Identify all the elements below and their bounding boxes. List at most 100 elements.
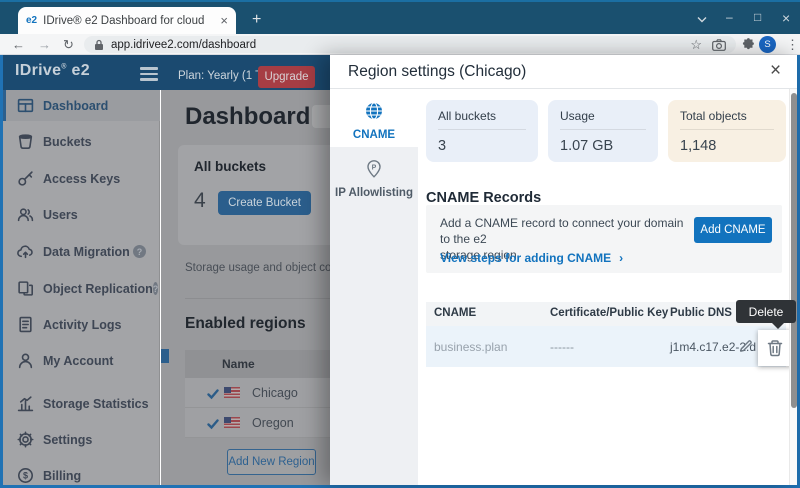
sidebar-item-storage-statistics[interactable]: Storage Statistics bbox=[3, 388, 160, 419]
region-row-chicago[interactable]: Chicago bbox=[185, 378, 330, 408]
cell-certificate: ------ bbox=[550, 340, 574, 354]
tab-label: CNAME bbox=[353, 129, 395, 141]
column-header-public-dns: Public DNS bbox=[670, 307, 732, 319]
bucket-icon bbox=[17, 133, 34, 150]
modal-title: Region settings (Chicago) bbox=[348, 63, 526, 81]
camera-icon[interactable] bbox=[712, 39, 726, 51]
browser-tab[interactable]: e2 IDrive® e2 Dashboard for cloud × bbox=[18, 7, 236, 34]
help-icon[interactable]: ? bbox=[133, 245, 146, 258]
card-title: All buckets bbox=[194, 159, 266, 174]
address-bar[interactable]: app.idrivee2.com/dashboard ☆ bbox=[84, 36, 736, 53]
sidebar-item-label: Users bbox=[43, 208, 78, 222]
cell-cname: business.plan bbox=[434, 340, 507, 354]
sidebar-item-label: Data Migration bbox=[43, 245, 130, 259]
sidebar-item-my-account[interactable]: My Account bbox=[3, 345, 160, 376]
idrive-e2-logo[interactable]: IDrive® e2 bbox=[15, 62, 90, 80]
bookmark-star-icon[interactable]: ☆ bbox=[690, 37, 702, 53]
url-text: app.idrivee2.com/dashboard bbox=[111, 39, 256, 51]
column-header-cname: CNAME bbox=[434, 307, 476, 319]
app-header: IDrive® e2 Plan: Yearly (1 TB) Upgrade bbox=[3, 55, 330, 90]
sidebar-item-activity-logs[interactable]: Activity Logs bbox=[3, 309, 160, 340]
us-flag-icon bbox=[224, 417, 240, 428]
dashboard-main: Dashboard All buckets 4 Create Bucket St… bbox=[161, 90, 330, 485]
sidebar-item-label: Settings bbox=[43, 433, 92, 447]
dashboard-icon bbox=[17, 97, 34, 114]
tab-title: IDrive® e2 Dashboard for cloud bbox=[43, 15, 208, 27]
extensions-puzzle-icon[interactable] bbox=[742, 38, 755, 51]
sidebar-item-users[interactable]: Users bbox=[3, 199, 160, 230]
stat-value: 1,148 bbox=[680, 138, 774, 154]
svg-text:P: P bbox=[372, 165, 377, 172]
window-maximize-button[interactable]: □ bbox=[754, 10, 761, 24]
browser-profile-avatar[interactable]: S bbox=[759, 36, 776, 53]
sidebar-item-buckets[interactable]: Buckets bbox=[3, 126, 160, 157]
add-cname-button[interactable]: Add CNAME bbox=[694, 217, 772, 243]
modal-content: All buckets 3 Usage 1.07 GB Total object… bbox=[418, 89, 789, 485]
us-flag-icon bbox=[224, 387, 240, 398]
location-pin-icon: P bbox=[364, 159, 384, 179]
checkmark-icon bbox=[207, 387, 219, 399]
storage-note: Storage usage and object count bbox=[185, 262, 330, 274]
window-minimize-button[interactable]: – bbox=[726, 10, 733, 24]
browser-menu-dots-icon[interactable]: ⋮ bbox=[786, 37, 799, 53]
upgrade-button[interactable]: Upgrade bbox=[258, 66, 315, 88]
tab-cname[interactable]: CNAME bbox=[330, 89, 418, 147]
cname-table-header: CNAME Certificate/Public Key Public DNS bbox=[426, 302, 786, 326]
tab-label: IP Allowlisting bbox=[335, 187, 413, 199]
help-icon[interactable]: ? bbox=[153, 282, 159, 295]
divider bbox=[680, 129, 774, 130]
sidebar-item-object-replication[interactable]: Object Replication ? bbox=[3, 273, 160, 304]
reload-icon[interactable]: ↻ bbox=[63, 37, 74, 53]
sidebar-item-dashboard[interactable]: Dashboard bbox=[3, 90, 160, 121]
hamburger-menu-icon[interactable] bbox=[140, 64, 158, 84]
modal-close-icon[interactable]: × bbox=[770, 60, 781, 82]
page-title: Dashboard bbox=[185, 103, 310, 131]
window-menu-chevron-icon[interactable] bbox=[697, 12, 707, 26]
region-row-oregon[interactable]: Oregon bbox=[185, 408, 330, 438]
modal-header: Region settings (Chicago) × bbox=[330, 55, 797, 89]
partial-hidden-button[interactable] bbox=[312, 105, 330, 128]
window-close-button[interactable]: × bbox=[782, 10, 790, 26]
sidebar-item-label: Buckets bbox=[43, 135, 92, 149]
regions-table-header: Name bbox=[185, 350, 330, 378]
sidebar-item-billing[interactable]: $ Billing bbox=[3, 460, 160, 488]
browser-toolbar: ← → ↻ app.idrivee2.com/dashboard ☆ S ⋮ bbox=[0, 34, 800, 55]
stat-card-total-objects: Total objects 1,148 bbox=[668, 100, 786, 162]
sidebar-item-label: Storage Statistics bbox=[43, 397, 149, 411]
svg-text:$: $ bbox=[23, 471, 28, 481]
buckets-count: 4 bbox=[194, 189, 206, 213]
forward-icon[interactable]: → bbox=[38, 37, 51, 52]
sidebar-item-settings[interactable]: Settings bbox=[3, 424, 160, 455]
tab-ip-allowlisting[interactable]: P IP Allowlisting bbox=[330, 147, 418, 205]
dollar-icon: $ bbox=[17, 467, 34, 484]
cloud-migration-icon bbox=[17, 243, 34, 260]
sidebar-item-access-keys[interactable]: Access Keys bbox=[3, 163, 160, 194]
scrollbar-thumb[interactable] bbox=[791, 93, 797, 408]
sidebar-item-label: Activity Logs bbox=[43, 318, 122, 332]
key-icon bbox=[17, 170, 34, 187]
divider bbox=[185, 298, 330, 299]
divider bbox=[560, 129, 646, 130]
sidebar-item-label: Billing bbox=[43, 469, 81, 483]
new-tab-button[interactable]: + bbox=[252, 11, 261, 29]
globe-icon bbox=[364, 101, 384, 121]
view-steps-link[interactable]: View steps for adding CNAME› bbox=[440, 251, 623, 265]
edit-pencil-icon[interactable] bbox=[739, 339, 753, 353]
log-file-icon bbox=[17, 316, 34, 333]
add-new-region-button[interactable]: Add New Region bbox=[227, 449, 316, 475]
create-bucket-button[interactable]: Create Bucket bbox=[218, 191, 311, 215]
column-header-certificate: Certificate/Public Key bbox=[550, 307, 668, 319]
enabled-regions-title: Enabled regions bbox=[185, 315, 306, 333]
checkmark-icon bbox=[207, 417, 219, 429]
region-settings-modal: Region settings (Chicago) × CNAME P IP A… bbox=[330, 55, 797, 485]
back-icon[interactable]: ← bbox=[12, 37, 25, 52]
cname-info-box: Add a CNAME record to connect your domai… bbox=[426, 205, 782, 273]
modal-scrollbar[interactable] bbox=[789, 89, 797, 485]
browser-titlebar: e2 IDrive® e2 Dashboard for cloud × + – … bbox=[0, 0, 800, 34]
stat-value: 1.07 GB bbox=[560, 138, 646, 154]
stat-value: 3 bbox=[438, 138, 526, 154]
delete-trash-button[interactable] bbox=[758, 330, 792, 366]
tab-close-icon[interactable]: × bbox=[220, 14, 228, 27]
name-column-header: Name bbox=[222, 357, 255, 371]
sidebar-item-data-migration[interactable]: Data Migration ? bbox=[3, 236, 160, 267]
